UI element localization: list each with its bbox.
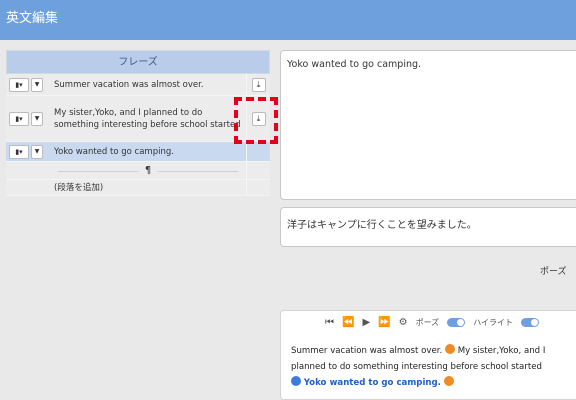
phrase-text[interactable]: Summer vacation was almost over. [50,74,246,95]
sentence-marker-icon[interactable] [444,344,455,354]
player-transcript: Summer vacation was almost over. My sist… [291,343,576,391]
sentence-text[interactable]: Summer vacation was almost over. [291,346,442,356]
chevron-down-icon[interactable]: ▼ [31,144,43,159]
player-controls: ⏮ ⏪ ▶ ⏩ ⚙ ポーズ ハイライト [281,311,576,333]
row-spacer [246,162,270,179]
pause-toggle[interactable] [447,317,466,327]
highlight-annotation-box [234,97,278,144]
app-title: 英文編集 [6,11,59,26]
phrase-row-controls: ▮▾ ▼ [6,96,50,141]
phrase-row-action-cell: ⤓ [246,74,270,95]
highlight-toggle[interactable] [521,317,540,327]
audio-player-panel: ⏮ ⏪ ▶ ⏩ ⚙ ポーズ ハイライト Summer vacation was … [280,310,576,400]
japanese-editor[interactable]: 洋子はキャンプに行くことを望みました。 [280,207,576,247]
skip-to-start-icon[interactable]: ⏮ [325,317,334,328]
phrase-row-controls: ▮▾ ▼ [6,74,50,95]
chevron-down-icon[interactable]: ▼ [31,77,43,92]
english-editor[interactable]: Yoko wanted to go camping. [280,50,576,200]
app-title-bar: 英文編集 [0,0,576,40]
current-sentence-marker-icon[interactable] [291,376,301,386]
phrase-list-header: フレーズ [6,50,270,74]
rewind-icon[interactable]: ⏪ [342,317,354,328]
pilcrow-icon: ¶ [138,164,158,177]
add-paragraph-link[interactable]: (段落を追加) [50,180,246,195]
highlight-toggle-label: ハイライト [473,317,514,327]
row-spacer [6,162,50,179]
add-paragraph-row[interactable]: (段落を追加) [6,180,270,196]
row-spacer [6,180,50,195]
phrase-type-icon[interactable]: ▮▾ [9,77,29,92]
chevron-down-icon[interactable]: ▼ [31,111,43,126]
split-phrase-icon[interactable]: ⤓ [251,77,266,92]
phrase-row-action-cell [246,142,270,161]
phrase-row-controls: ▮▾ ▼ [6,142,50,161]
phrase-text[interactable]: My sister,Yoko, and I planned to do some… [50,96,246,141]
sentence-marker-icon[interactable] [443,376,454,386]
phrase-row-selected[interactable]: ▮▾ ▼ Yoko wanted to go camping. [6,142,270,162]
paragraph-break-row[interactable]: ¶ [6,162,270,180]
play-icon[interactable]: ▶ [362,317,370,328]
phrase-text[interactable]: Yoko wanted to go camping. [50,142,246,161]
phrase-type-icon[interactable]: ▮▾ [9,144,29,159]
gear-icon[interactable]: ⚙ [399,317,408,328]
fast-forward-icon[interactable]: ⏩ [378,317,390,328]
pause-toggle-label: ポーズ [415,317,440,327]
pilcrow-cell: ¶ [50,162,246,179]
current-sentence-text[interactable]: Yoko wanted to go camping. [304,378,441,388]
pause-label: ポーズ [540,267,567,277]
row-spacer [246,180,270,195]
phrase-list-panel: フレーズ ▮▾ ▼ Summer vacation was almost ove… [6,50,270,200]
phrase-row[interactable]: ▮▾ ▼ Summer vacation was almost over. ⤓ [6,74,270,96]
phrase-row[interactable]: ▮▾ ▼ My sister,Yoko, and I planned to do… [6,96,270,142]
phrase-type-icon[interactable]: ▮▾ [9,111,29,126]
